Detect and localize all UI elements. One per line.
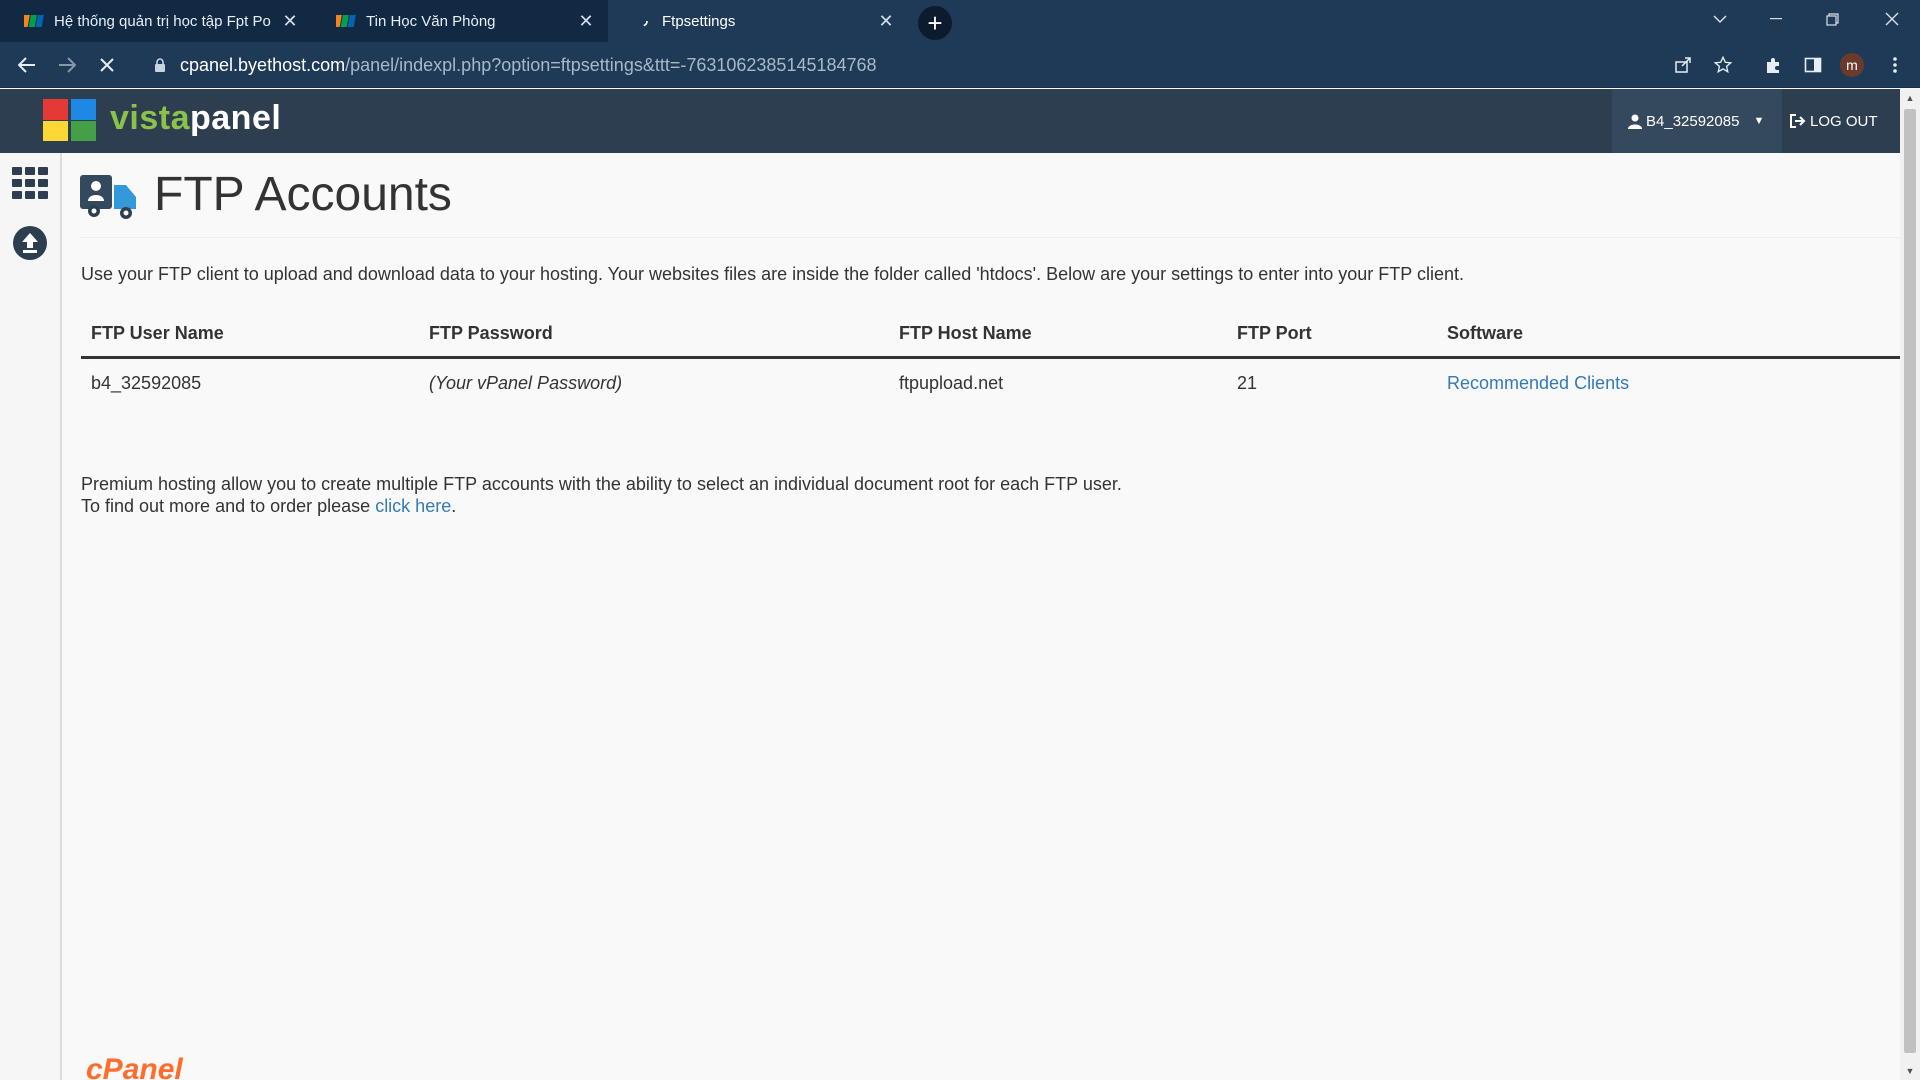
- share-icon[interactable]: [1668, 50, 1698, 80]
- ftp-port-cell: 21: [1237, 373, 1258, 393]
- table-row: b4_32592085 (Your vPanel Password) ftpup…: [81, 358, 1900, 409]
- vistapanel-logo-text[interactable]: vistapanel: [110, 99, 281, 138]
- forward-arrow-icon[interactable]: [52, 50, 82, 80]
- browser-tab-bar: Hệ thống quản trị học tập Fpt Po ✕ Tin H…: [0, 0, 1920, 42]
- app-header: vistapanel B4_32592085 ▼ LOG OUT: [0, 89, 1900, 153]
- logo-text-panel: panel: [190, 99, 282, 137]
- column-header-password: FTP Password: [419, 311, 889, 359]
- url-host: cpanel.byethost.com: [180, 54, 346, 75]
- apps-grid-icon[interactable]: [12, 167, 48, 199]
- close-icon[interactable]: ✕: [572, 7, 600, 35]
- new-tab-button[interactable]: +: [918, 6, 952, 40]
- column-header-software: Software: [1437, 311, 1900, 359]
- column-header-username: FTP User Name: [81, 311, 419, 359]
- intro-text: Use your FTP client to upload and downlo…: [81, 264, 1464, 284]
- logo-text-vista: vista: [110, 99, 190, 137]
- scroll-down-arrow-icon[interactable]: ▼: [1900, 1062, 1920, 1080]
- menu-kebab-icon[interactable]: [1880, 50, 1910, 80]
- premium-text-suffix: .: [451, 496, 457, 516]
- loading-icon: [632, 11, 652, 31]
- url-path: /panel/indexpl.php?option=ftpsettings&tt…: [345, 54, 877, 75]
- tab-title: Ftpsettings: [662, 12, 736, 30]
- close-window-icon[interactable]: [1864, 0, 1920, 38]
- stop-loading-icon[interactable]: [92, 50, 122, 80]
- scroll-up-arrow-icon[interactable]: ▲: [1900, 89, 1920, 107]
- close-icon[interactable]: ✕: [872, 7, 900, 35]
- tab-search-icon[interactable]: [1692, 0, 1748, 38]
- back-arrow-icon[interactable]: [12, 50, 42, 80]
- sign-out-icon: [1790, 114, 1806, 128]
- left-sidebar: [0, 153, 62, 1080]
- page-scrollbar[interactable]: ▲ ▼: [1900, 89, 1920, 1080]
- logout-button[interactable]: LOG OUT: [1790, 89, 1890, 153]
- click-here-link[interactable]: click here: [375, 496, 451, 516]
- table-header-row: FTP User Name FTP Password FTP Host Name…: [81, 311, 1900, 359]
- software-cell: Recommended Clients: [1437, 358, 1900, 409]
- premium-hosting-note: Premium hosting allow you to create mult…: [81, 473, 1122, 517]
- chevron-down-icon: ▼: [1753, 115, 1765, 127]
- divider: [80, 237, 1900, 238]
- fpt-logo-icon: [24, 11, 44, 31]
- user-icon: [1628, 114, 1642, 129]
- extensions-icon[interactable]: [1758, 50, 1788, 80]
- main-content: FTP Accounts Use your FTP client to uplo…: [62, 153, 1900, 1080]
- cpanel-footer-logo: cPanel: [86, 1053, 183, 1080]
- restore-icon[interactable]: [1804, 0, 1860, 38]
- page-title: FTP Accounts: [154, 168, 452, 221]
- bookmark-star-icon[interactable]: [1708, 50, 1738, 80]
- browser-tab[interactable]: Hệ thống quản trị học tập Fpt Po ✕: [0, 0, 312, 42]
- vistapanel-logo-icon[interactable]: [43, 99, 99, 141]
- profile-avatar[interactable]: m: [1840, 53, 1864, 77]
- tab-title: Hệ thống quản trị học tập Fpt Po: [54, 12, 271, 30]
- upload-icon[interactable]: [12, 225, 48, 261]
- tab-title: Tin Học Văn Phòng: [366, 12, 496, 30]
- username-label: B4_32592085: [1646, 112, 1740, 130]
- ftp-username-cell: b4_32592085: [91, 373, 202, 393]
- ftp-password-cell: (Your vPanel Password): [429, 373, 623, 393]
- ftp-truck-icon: [80, 173, 140, 221]
- ftp-host-cell: ftpupload.net: [899, 373, 1004, 393]
- user-menu-dropdown[interactable]: B4_32592085 ▼: [1612, 89, 1782, 153]
- premium-text-prefix: To find out more and to order please: [81, 496, 376, 516]
- browser-tab-active[interactable]: Ftpsettings ✕: [608, 0, 908, 42]
- address-bar[interactable]: cpanel.byethost.com/panel/indexpl.php?op…: [138, 46, 1698, 84]
- browser-toolbar: cpanel.byethost.com/panel/indexpl.php?op…: [0, 42, 1920, 88]
- lock-icon: [150, 55, 170, 75]
- column-header-port: FTP Port: [1227, 311, 1437, 359]
- recommended-clients-link[interactable]: Recommended Clients: [1447, 373, 1629, 393]
- fpt-logo-icon: [336, 11, 356, 31]
- browser-tab[interactable]: Tin Học Văn Phòng ✕: [312, 0, 608, 42]
- logout-label: LOG OUT: [1810, 112, 1878, 130]
- close-icon[interactable]: ✕: [276, 7, 304, 35]
- premium-text-line1: Premium hosting allow you to create mult…: [81, 474, 1122, 494]
- ftp-settings-table: FTP User Name FTP Password FTP Host Name…: [81, 311, 1900, 408]
- side-panel-icon[interactable]: [1798, 50, 1828, 80]
- minimize-icon[interactable]: [1748, 0, 1804, 38]
- scroll-thumb[interactable]: [1904, 109, 1916, 1053]
- premium-text-line2: To find out more and to order please cli…: [81, 495, 1122, 517]
- column-header-host: FTP Host Name: [889, 311, 1227, 359]
